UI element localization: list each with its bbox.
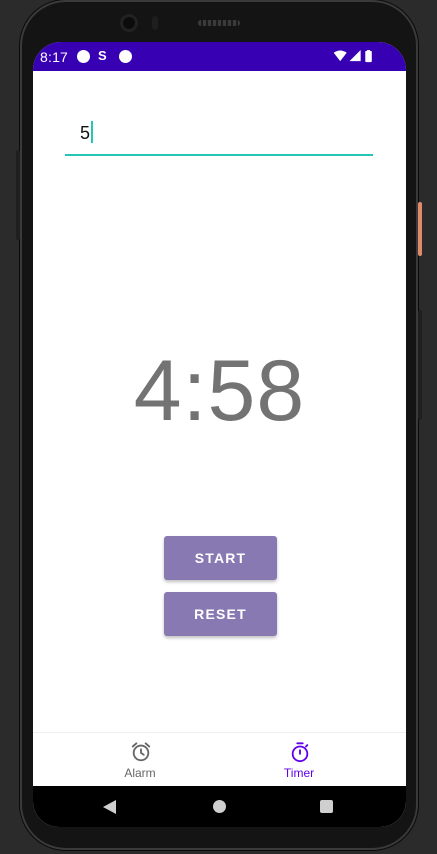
wifi-icon	[333, 50, 347, 62]
app-screen: 8:17 S 5 4:58 START RESET Alarm Timer	[33, 42, 406, 827]
minutes-input[interactable]: 5	[65, 114, 373, 156]
status-icons	[333, 50, 372, 63]
stopwatch-icon	[291, 742, 309, 763]
minutes-input-value: 5	[80, 123, 91, 143]
start-button[interactable]: START	[164, 536, 277, 580]
status-time: 8:17	[40, 49, 69, 65]
side-button-left	[16, 150, 20, 240]
sensor	[152, 16, 158, 30]
battery-icon	[365, 50, 372, 63]
recent-apps-icon[interactable]	[320, 800, 333, 813]
home-icon[interactable]	[213, 800, 226, 813]
signal-icon	[349, 50, 361, 62]
bottom-navigation: Alarm Timer	[33, 732, 406, 787]
sync-icon: S	[98, 48, 107, 63]
system-navigation-bar	[33, 786, 406, 827]
status-bar: 8:17 S	[33, 42, 406, 71]
notification-dot-icon	[77, 50, 90, 63]
earpiece-speaker	[198, 20, 240, 26]
front-camera	[120, 14, 138, 32]
nav-label-alarm: Alarm	[124, 766, 156, 780]
text-cursor	[91, 121, 94, 143]
nav-item-timer[interactable]: Timer	[239, 733, 359, 787]
nav-label-timer: Timer	[283, 766, 315, 780]
countdown-display: 4:58	[133, 343, 306, 439]
nav-item-alarm[interactable]: Alarm	[80, 733, 200, 787]
power-button	[418, 202, 422, 256]
back-icon[interactable]	[103, 800, 117, 814]
notification-dot-icon	[119, 50, 132, 63]
volume-button	[418, 310, 422, 420]
reset-button[interactable]: RESET	[164, 592, 277, 636]
alarm-clock-icon	[131, 742, 151, 762]
